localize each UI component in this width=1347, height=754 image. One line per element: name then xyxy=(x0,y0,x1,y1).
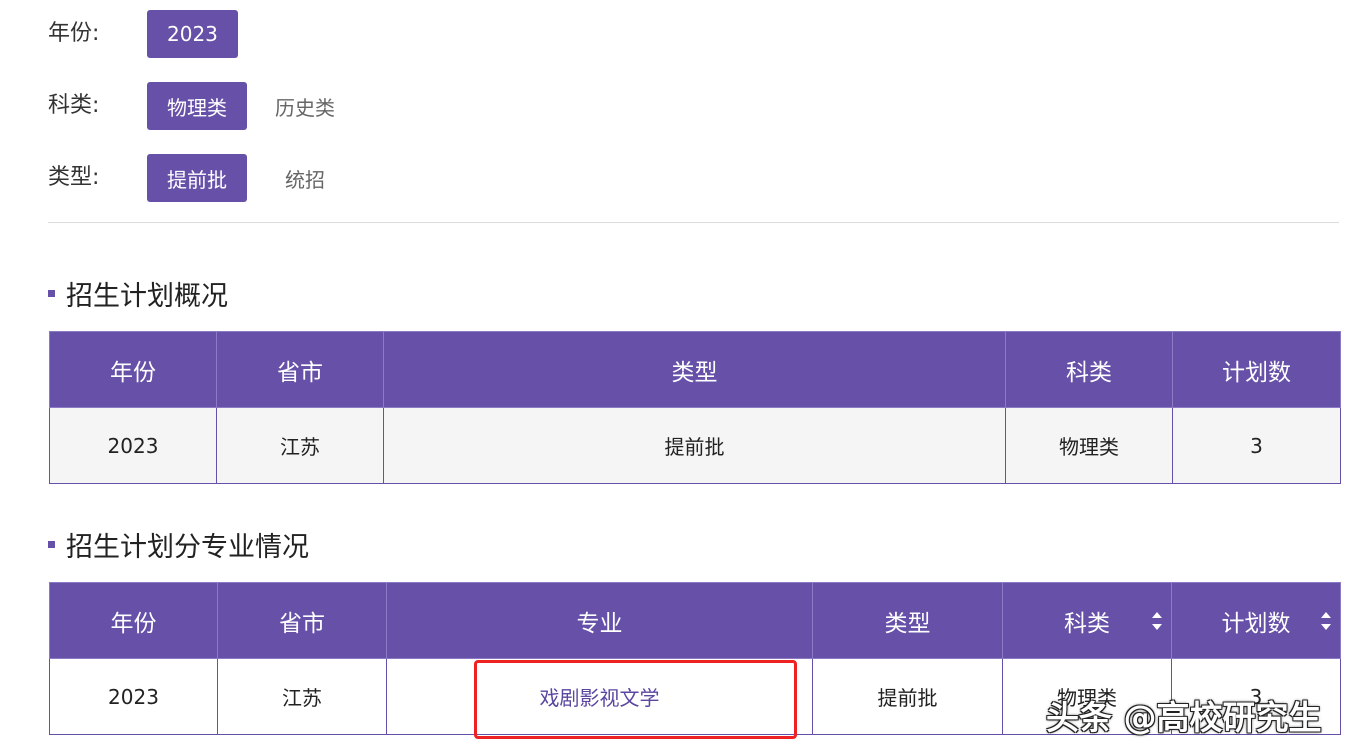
col-header-batch: 类型 xyxy=(812,582,1003,659)
cell-year: 2023 xyxy=(49,658,218,735)
filter-label-subject: 科类: xyxy=(48,93,100,118)
table-header-row: 年份 省市 类型 科类 计划数 xyxy=(49,331,1341,408)
cell-province: 江苏 xyxy=(217,658,387,735)
highlight-box xyxy=(474,660,797,739)
header-cell-content: 科类 xyxy=(1003,604,1171,638)
sort-icon[interactable] xyxy=(1151,611,1163,630)
filter-row-year: 年份: 2023 xyxy=(48,10,238,58)
section-title-text: 招生计划分专业情况 xyxy=(66,532,309,563)
cell-batch: 提前批 xyxy=(812,658,1003,735)
filter-option-unified[interactable]: 统招 xyxy=(247,154,363,202)
cell-plan-count: 3 xyxy=(1172,407,1341,484)
section-bullet-icon xyxy=(48,290,55,297)
cell-province: 江苏 xyxy=(216,407,384,484)
col-header-plan-count-sortable[interactable]: 计划数 xyxy=(1171,582,1341,659)
cell-batch: 提前批 xyxy=(383,407,1006,484)
sort-icon[interactable] xyxy=(1320,611,1332,630)
filter-option-physics[interactable]: 物理类 xyxy=(147,82,247,130)
section-bullet-icon xyxy=(48,541,55,548)
table-row: 2023 江苏 提前批 物理类 3 xyxy=(49,407,1341,484)
col-header-major: 专业 xyxy=(386,582,813,659)
filter-option-history[interactable]: 历史类 xyxy=(247,82,363,130)
header-cell-content: 计划数 xyxy=(1172,604,1340,638)
filter-row-subject: 科类: 物理类 历史类 xyxy=(48,82,363,130)
col-header-year: 年份 xyxy=(49,331,217,408)
filter-label-batch: 类型: xyxy=(48,165,100,190)
col-header-province: 省市 xyxy=(216,331,384,408)
overview-table: 年份 省市 类型 科类 计划数 2023 江苏 提前批 物理类 3 xyxy=(49,331,1341,484)
watermark: 头条 @高校研究生 xyxy=(1046,698,1322,737)
col-header-year: 年份 xyxy=(49,582,218,659)
section-title-text: 招生计划概况 xyxy=(66,281,228,312)
section-title-by-major: 招生计划分专业情况 xyxy=(48,525,309,564)
cell-subject: 物理类 xyxy=(1005,407,1173,484)
filter-option-2023[interactable]: 2023 xyxy=(147,10,238,58)
section-title-overview: 招生计划概况 xyxy=(48,274,228,313)
cell-year: 2023 xyxy=(49,407,217,484)
col-header-province: 省市 xyxy=(217,582,387,659)
col-header-plan-count-label: 计划数 xyxy=(1221,610,1291,637)
col-header-subject-sortable[interactable]: 科类 xyxy=(1002,582,1172,659)
filter-option-early-batch[interactable]: 提前批 xyxy=(147,154,247,202)
col-header-subject: 科类 xyxy=(1005,331,1173,408)
col-header-subject-label: 科类 xyxy=(1064,610,1110,637)
divider xyxy=(48,222,1339,223)
col-header-batch: 类型 xyxy=(383,331,1006,408)
table-header-row: 年份 省市 专业 类型 科类 计划数 xyxy=(49,582,1341,659)
filter-label-year: 年份: xyxy=(48,21,100,46)
col-header-plan-count: 计划数 xyxy=(1172,331,1341,408)
filter-row-batch: 类型: 提前批 统招 xyxy=(48,154,363,202)
